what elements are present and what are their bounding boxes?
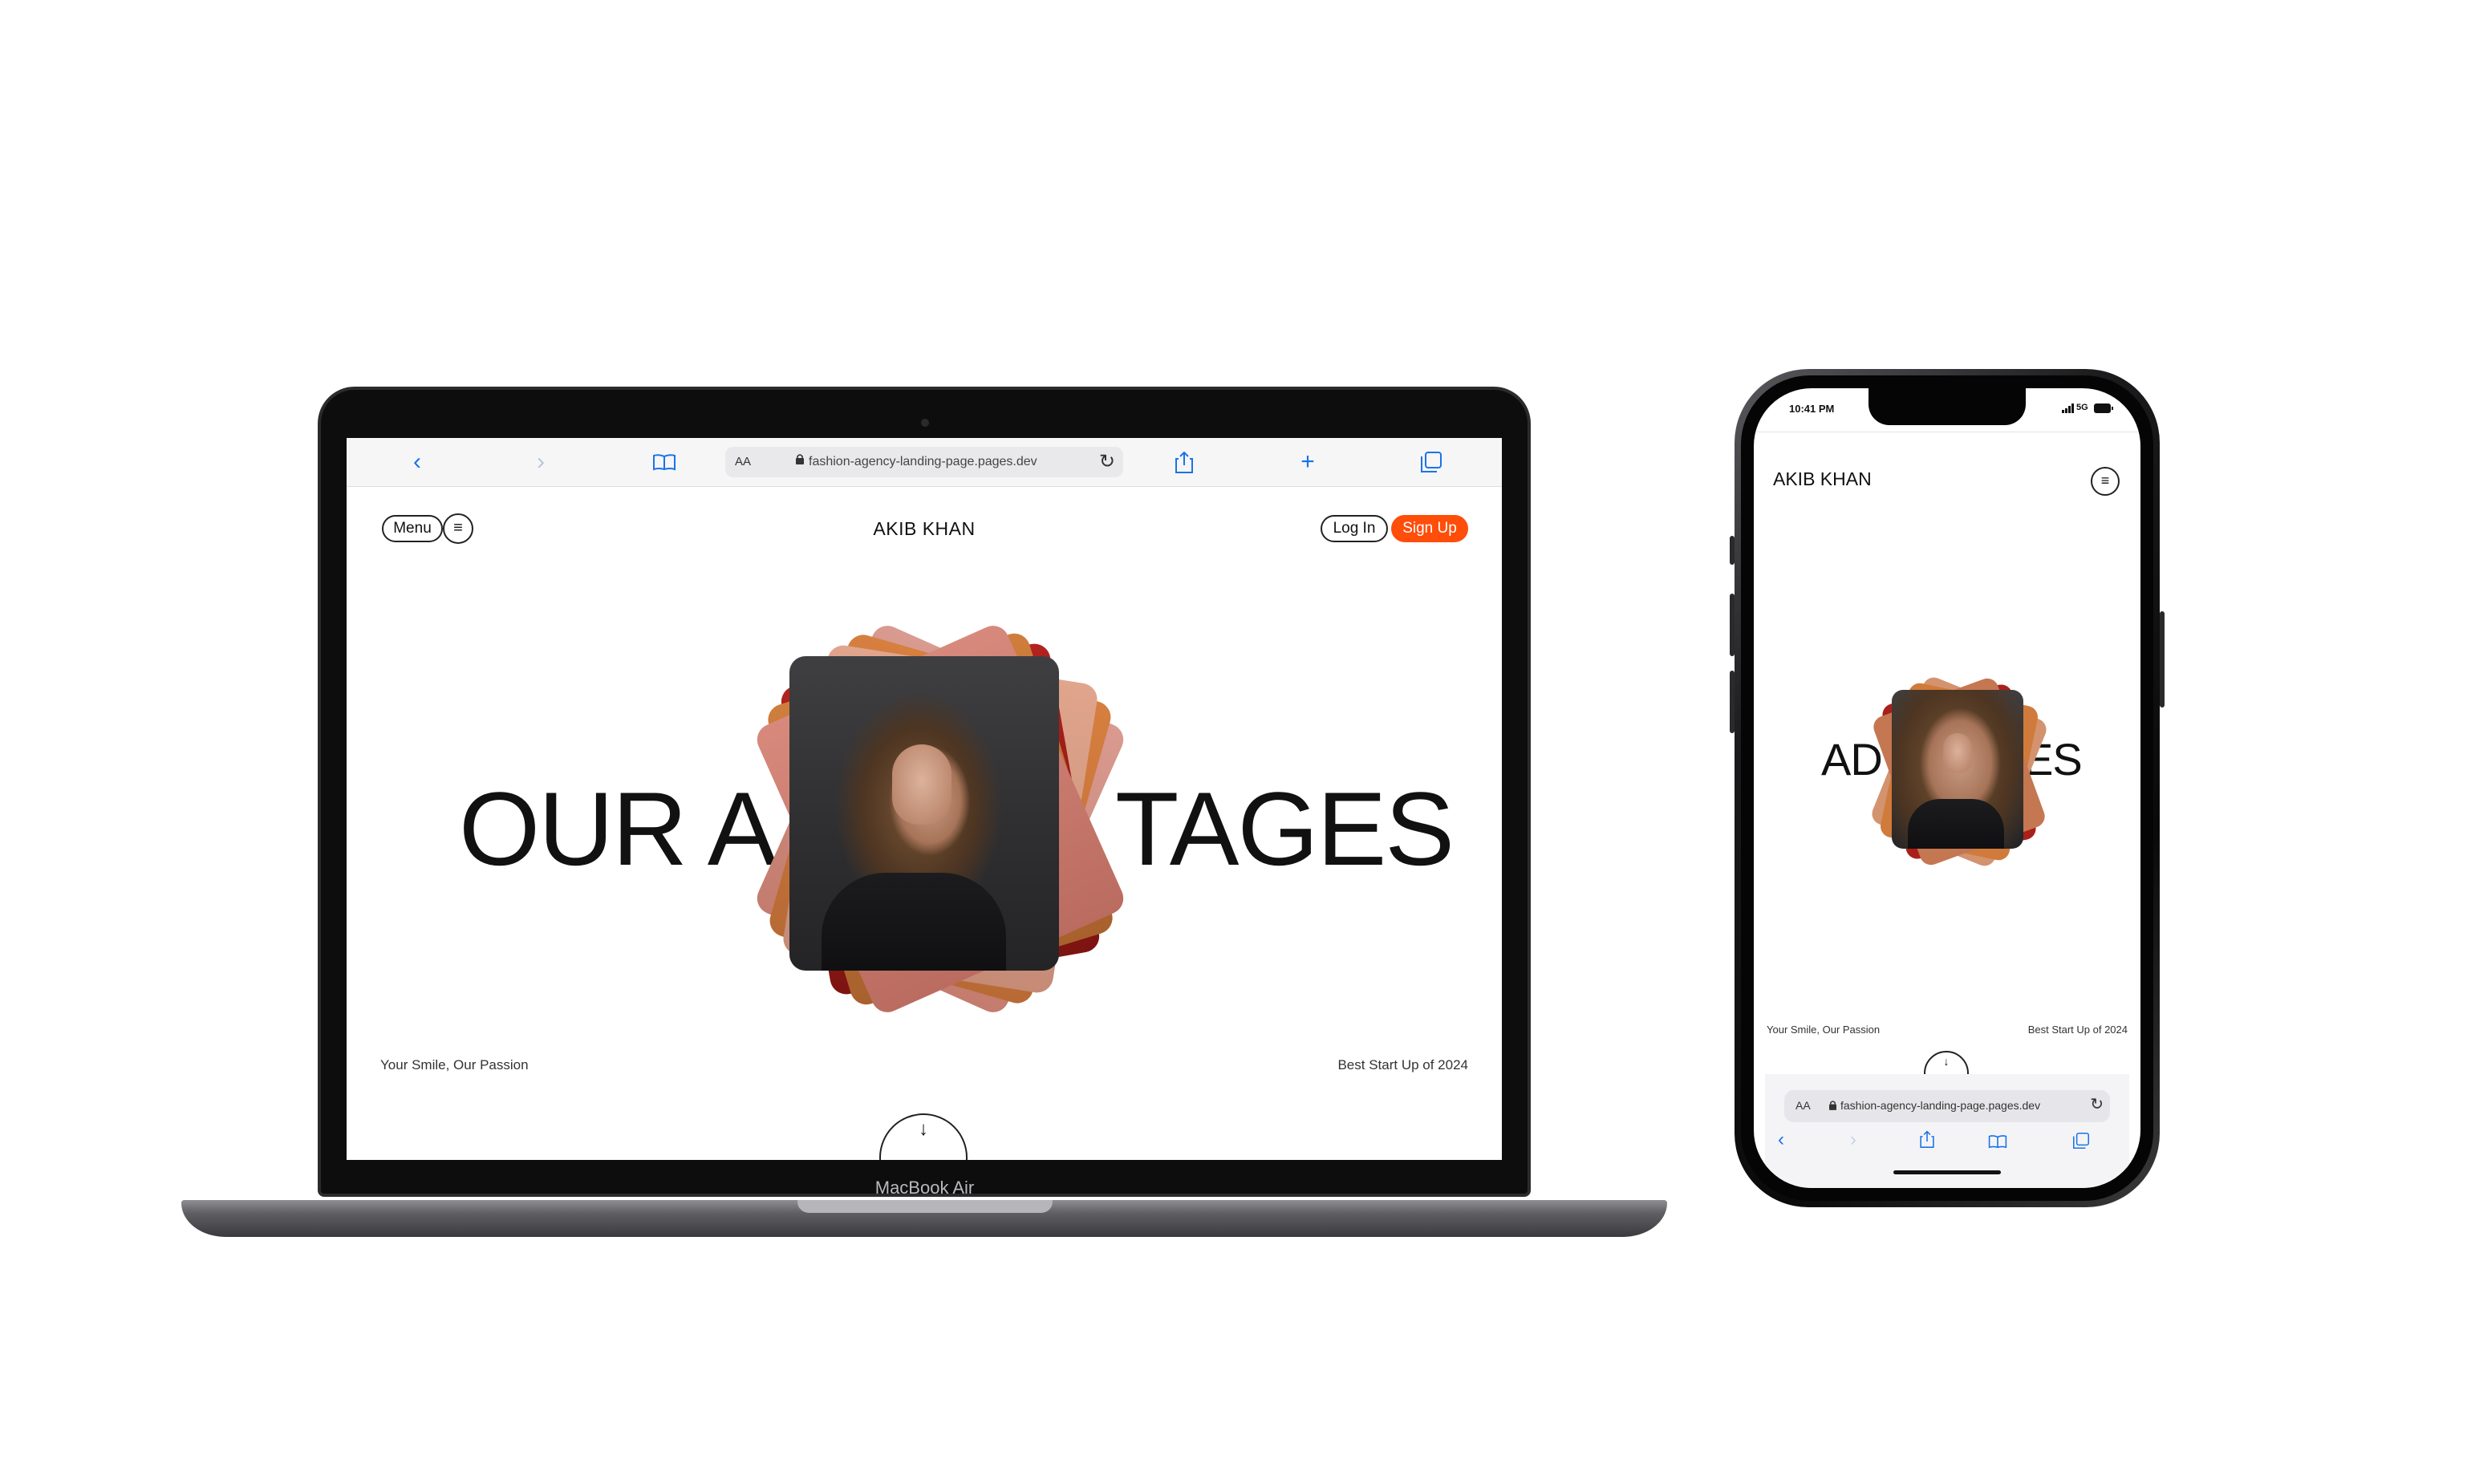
brand-logo[interactable]: AKIB KHAN [844, 518, 1004, 540]
scroll-down-button[interactable]: ↓ [879, 1113, 968, 1160]
book-icon[interactable] [1982, 1132, 2014, 1154]
chevron-right-icon[interactable]: › [1837, 1129, 1869, 1151]
status-time: 10:41 PM [1789, 403, 1835, 415]
portrait-shoulders [822, 873, 1006, 971]
photo-card-stack [724, 614, 1141, 1032]
hero-text-left: AD [1821, 734, 1883, 785]
phone-browser-toolbar: AA fashion-agency-landing-page.pages.dev… [1765, 1074, 2129, 1188]
laptop-screen: ‹ › AA fashion-agency-landing-page.pages… [347, 438, 1502, 1160]
lock-icon [796, 454, 804, 464]
portrait-face [1943, 733, 1972, 773]
menu-button[interactable]: Menu [382, 515, 443, 542]
hero-text-right: TAGES [1115, 770, 1455, 887]
laptop-hinge-notch [797, 1200, 1053, 1213]
hamburger-icon[interactable]: ≡ [443, 513, 473, 544]
book-icon[interactable] [647, 438, 682, 488]
arrow-down-icon: ↓ [919, 1118, 928, 1140]
phone-screen: 10:41 PM 5G AKIB KHAN ≡ AD ES Your Smile… [1754, 388, 2140, 1188]
url-text: fashion-agency-landing-page.pages.dev [809, 455, 1037, 468]
tagline-left: Your Smile, Our Passion [1767, 1024, 1881, 1036]
tabs-icon[interactable] [1414, 438, 1449, 489]
photo-card-stack [1869, 661, 2050, 870]
battery-icon [2094, 403, 2113, 417]
laptop-camera [921, 419, 929, 427]
chevron-left-icon[interactable]: ‹ [400, 438, 435, 486]
tabs-icon[interactable] [2065, 1132, 2097, 1154]
signup-button[interactable]: Sign Up [1391, 515, 1468, 542]
reload-icon[interactable]: ↻ [1099, 450, 1115, 473]
plus-icon[interactable]: + [1290, 438, 1325, 486]
portrait-face [892, 744, 951, 825]
reader-mode-button[interactable]: AA [1795, 1099, 1811, 1112]
signal-icon [2062, 403, 2075, 417]
home-indicator[interactable] [1893, 1170, 2001, 1174]
laptop-model-label: MacBook Air [874, 1178, 975, 1198]
phone-power-button [2160, 611, 2165, 708]
brand-logo[interactable]: AKIB KHAN [1773, 468, 1872, 490]
tagline-right: Best Start Up of 2024 [1337, 1057, 1468, 1072]
url-bar[interactable]: AA fashion-agency-landing-page.pages.dev… [1784, 1090, 2110, 1122]
url-text: fashion-agency-landing-page.pages.dev [1840, 1099, 2041, 1112]
browser-toolbar: ‹ › AA fashion-agency-landing-page.pages… [347, 438, 1502, 487]
tagline-right: Best Start Up of 2024 [2027, 1024, 2128, 1036]
share-icon[interactable] [1911, 1130, 1943, 1154]
share-icon[interactable] [1167, 438, 1202, 490]
status-network: 5G [2076, 403, 2088, 412]
login-button[interactable]: Log In [1321, 515, 1388, 542]
phone-notch [1869, 388, 2026, 425]
tagline-left: Your Smile, Our Passion [380, 1057, 529, 1072]
chevron-right-icon[interactable]: › [523, 438, 558, 486]
portrait-photo [1892, 690, 2023, 849]
url-bar[interactable]: AA fashion-agency-landing-page.pages.dev… [725, 447, 1123, 477]
reader-mode-button[interactable]: AA [735, 455, 751, 468]
portrait-shoulders [1908, 799, 2004, 849]
arrow-down-icon: ↓ [1943, 1055, 1950, 1068]
hamburger-icon[interactable]: ≡ [2091, 467, 2120, 496]
chevron-left-icon[interactable]: ‹ [1765, 1129, 1797, 1151]
lock-icon [1829, 1100, 1836, 1114]
reload-icon[interactable]: ↻ [2090, 1094, 2104, 1114]
portrait-photo [789, 656, 1059, 971]
